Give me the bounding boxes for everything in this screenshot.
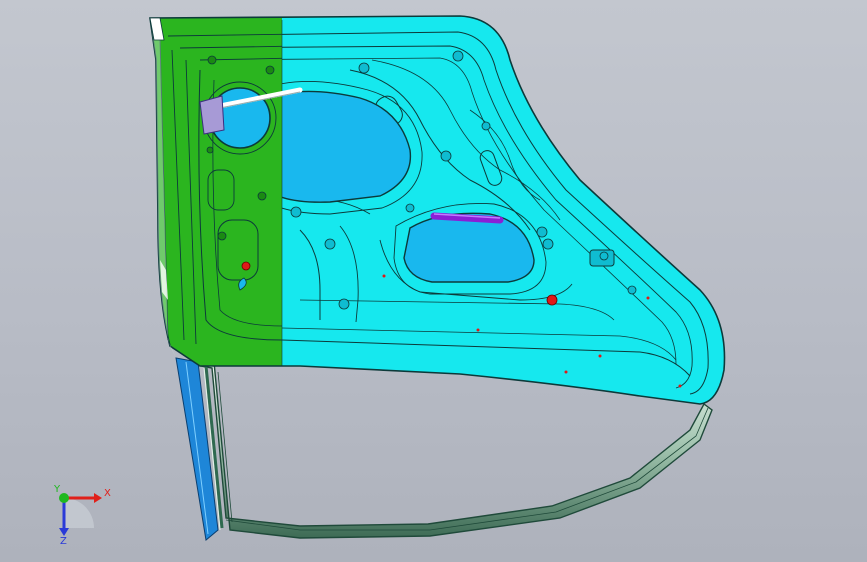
door-panel-model[interactable] (0, 0, 867, 562)
axis-triad[interactable]: X Y Z (44, 478, 114, 548)
cad-viewport[interactable]: X Y Z (0, 0, 867, 562)
y-axis-arrow (59, 493, 69, 503)
z-axis-label: Z (60, 536, 67, 547)
x-axis-label: X (104, 488, 111, 499)
y-axis-label: Y (53, 484, 61, 495)
